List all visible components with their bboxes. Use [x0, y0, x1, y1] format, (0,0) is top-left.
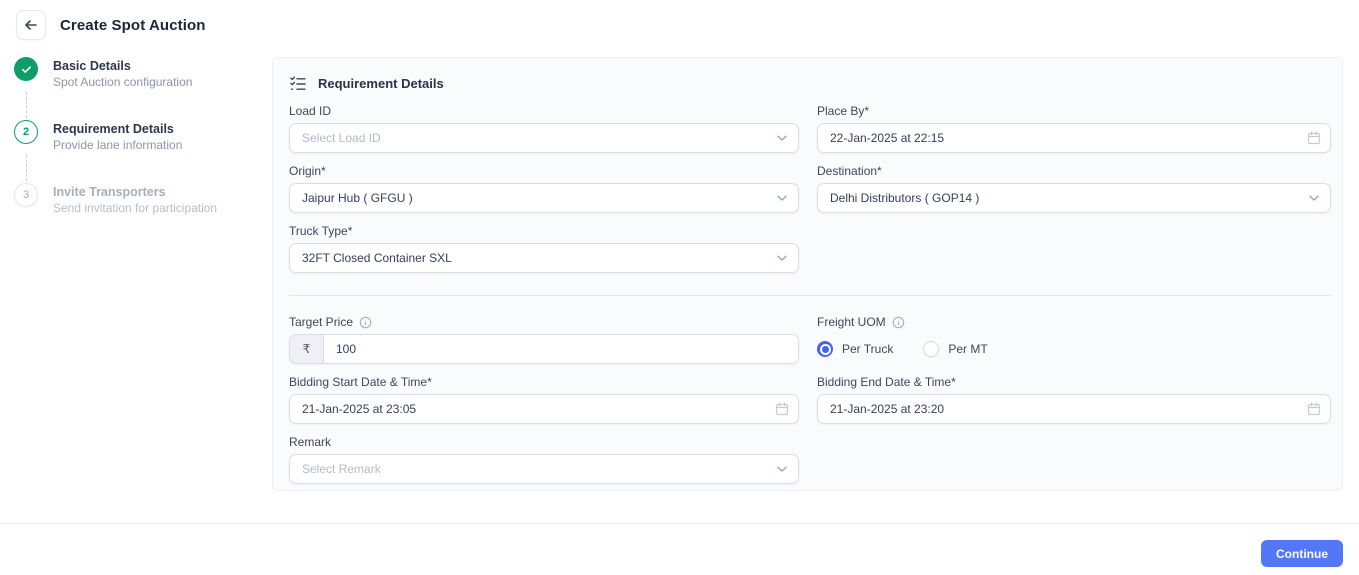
radio-per-mt[interactable]: Per MT [923, 341, 987, 357]
step-title: Requirement Details [53, 121, 182, 137]
target-price-field: Target Price ₹ [289, 315, 799, 364]
page-title: Create Spot Auction [60, 17, 206, 34]
truck-type-select[interactable] [289, 243, 799, 273]
footer-divider [0, 523, 1359, 524]
page-header: Create Spot Auction [0, 0, 1359, 46]
requirement-form: Load ID Place By* Or [289, 104, 1326, 495]
continue-button[interactable]: Continue [1261, 540, 1343, 567]
info-icon[interactable] [892, 316, 905, 329]
back-button[interactable] [16, 10, 46, 40]
destination-field: Destination* [817, 164, 1331, 213]
check-icon [21, 64, 32, 75]
bidding-end-field: Bidding End Date & Time* [817, 375, 1331, 424]
place-by-field: Place By* [817, 104, 1331, 153]
step-subtitle: Send invitation for participation [53, 201, 217, 216]
empty-cell [817, 435, 1331, 484]
bidding-end-input[interactable] [817, 394, 1331, 424]
radio-label: Per MT [948, 342, 987, 356]
truck-type-label: Truck Type* [289, 224, 799, 238]
section-divider [289, 295, 1331, 296]
bidding-start-field: Bidding Start Date & Time* [289, 375, 799, 424]
remark-field: Remark [289, 435, 799, 484]
requirement-details-panel: Requirement Details Load ID Place By* [272, 57, 1343, 491]
step-subtitle: Provide lane information [53, 138, 182, 153]
stepper-step-requirement-details[interactable]: 2 Requirement Details Provide lane infor… [14, 120, 264, 153]
stepper-connector [26, 92, 264, 118]
bidding-end-label: Bidding End Date & Time* [817, 375, 1331, 389]
step-subtitle: Spot Auction configuration [53, 75, 192, 90]
destination-select[interactable] [817, 183, 1331, 213]
step-title: Invite Transporters [53, 184, 217, 200]
empty-cell [817, 224, 1331, 273]
place-by-label: Place By* [817, 104, 1331, 118]
target-price-input[interactable] [324, 335, 798, 363]
place-by-input[interactable] [817, 123, 1331, 153]
bidding-start-input[interactable] [289, 394, 799, 424]
radio-per-truck[interactable]: Per Truck [817, 341, 893, 357]
step-pending-circle: 3 [14, 183, 38, 207]
step-completed-circle [14, 57, 38, 81]
target-price-label: Target Price [289, 315, 353, 329]
info-icon[interactable] [359, 316, 372, 329]
freight-uom-radio-group: Per Truck Per MT [817, 334, 1331, 364]
step-active-circle: 2 [14, 120, 38, 144]
radio-selected-icon [817, 341, 833, 357]
freight-uom-label: Freight UOM [817, 315, 886, 329]
stepper: Basic Details Spot Auction configuration… [14, 57, 264, 216]
arrow-left-icon [23, 17, 39, 33]
load-id-label: Load ID [289, 104, 799, 118]
stepper-connector [26, 155, 264, 181]
panel-header: Requirement Details [289, 74, 1326, 92]
radio-unselected-icon [923, 341, 939, 357]
truck-type-field: Truck Type* [289, 224, 799, 273]
origin-select[interactable] [289, 183, 799, 213]
checklist-icon [289, 74, 307, 92]
load-id-field: Load ID [289, 104, 799, 153]
remark-label: Remark [289, 435, 799, 449]
origin-label: Origin* [289, 164, 799, 178]
stepper-step-invite-transporters[interactable]: 3 Invite Transporters Send invitation fo… [14, 183, 264, 216]
bidding-start-label: Bidding Start Date & Time* [289, 375, 799, 389]
destination-label: Destination* [817, 164, 1331, 178]
panel-title: Requirement Details [318, 76, 444, 91]
remark-select[interactable] [289, 454, 799, 484]
load-id-select[interactable] [289, 123, 799, 153]
stepper-step-basic-details[interactable]: Basic Details Spot Auction configuration [14, 57, 264, 90]
step-title: Basic Details [53, 58, 192, 74]
currency-rupee-prefix: ₹ [290, 335, 324, 363]
freight-uom-field: Freight UOM Per Truck Per MT [817, 315, 1331, 364]
radio-label: Per Truck [842, 342, 893, 356]
create-spot-auction-page: Create Spot Auction Basic Details Spot A… [0, 0, 1359, 575]
origin-field: Origin* [289, 164, 799, 213]
